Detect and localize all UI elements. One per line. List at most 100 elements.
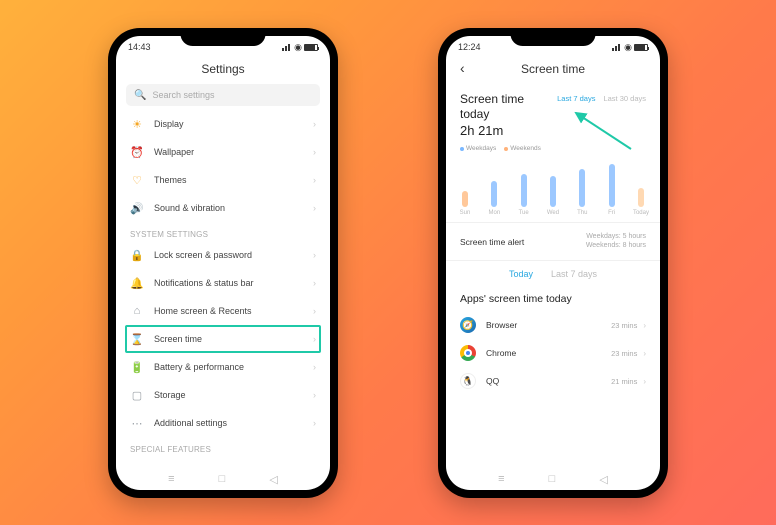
alert-line1: Weekdays: 5 hours (586, 233, 646, 241)
chart-bar-mon: Mon (489, 181, 499, 217)
row-label: Display (154, 119, 184, 129)
row-icon: 🔋 (130, 360, 144, 374)
battery-icon (634, 44, 648, 51)
row-icon: ⋯ (130, 416, 144, 430)
tab-last7[interactable]: Last 7 days (551, 269, 597, 279)
notch (181, 28, 266, 46)
page-title-text: Screen time (521, 62, 585, 76)
range-tab-7[interactable]: Last 7 days (557, 94, 595, 103)
chevron-right-icon: › (313, 278, 316, 288)
battery-icon (304, 44, 318, 51)
settings-row-battery-performance[interactable]: 🔋Battery & performance› (116, 353, 330, 381)
settings-row-sound-vibration[interactable]: 🔊Sound & vibration› (116, 194, 330, 222)
legend-weekdays: Weekdays (460, 145, 496, 152)
head-line1: Screen time (460, 92, 524, 107)
chevron-right-icon: › (313, 119, 316, 129)
row-icon: 🔔 (130, 276, 144, 290)
settings-row-wallpaper[interactable]: ⏰Wallpaper› (116, 138, 330, 166)
alert-line2: Weekends: 8 hours (586, 242, 646, 250)
row-label: Lock screen & password (154, 250, 252, 260)
chevron-right-icon: › (643, 321, 646, 330)
app-duration: 21 mins (611, 377, 637, 386)
settings-row-notifications-status-bar[interactable]: 🔔 Notifications & status bar › (116, 269, 330, 297)
chevron-right-icon: › (313, 203, 316, 213)
section-header-special: SPECIAL FEATURES (116, 437, 330, 456)
nav-back-icon[interactable]: ◁ (269, 473, 277, 486)
row-label: Additional settings (154, 418, 227, 428)
nav-back-icon[interactable]: ◁ (599, 473, 607, 486)
head-line2: today (460, 107, 524, 122)
chart-bar-sun: Sun (460, 191, 470, 217)
screen-time-header: Screen time today 2h 21m Last 7 days Las… (446, 84, 660, 139)
status-time: 12:24 (458, 42, 481, 52)
settings-row-screen-time[interactable]: ⌛Screen time› (116, 325, 330, 353)
settings-row-lock-screen-password[interactable]: 🔒 Lock screen & password › (116, 241, 330, 269)
chevron-right-icon: › (313, 175, 316, 185)
app-name: Browser (486, 320, 517, 330)
chevron-right-icon: › (643, 377, 646, 386)
row-label: Storage (154, 390, 186, 400)
chevron-right-icon: › (313, 250, 316, 260)
nav-recent-icon[interactable]: ≡ (498, 473, 504, 486)
tab-today[interactable]: Today (509, 269, 533, 279)
browser-icon: 🧭 (460, 317, 476, 333)
screen-screen-time: 12:24 ◉ ‹ Screen time Screen time today … (446, 36, 660, 490)
search-input[interactable]: 🔍 Search settings (126, 84, 320, 106)
app-row-chrome[interactable]: Chrome23 mins› (446, 339, 660, 367)
row-label: Screen time (154, 334, 202, 344)
alert-label: Screen time alert (460, 237, 524, 247)
screen-time-alert-row[interactable]: Screen time alert Weekdays: 5 hours Week… (446, 222, 660, 261)
chart-bar-thu: Thu (577, 169, 587, 216)
app-row-qq[interactable]: 🐧 QQ 21 mins › (446, 367, 660, 395)
settings-row-additional-settings[interactable]: ⋯ Additional settings › (116, 409, 330, 437)
system-nav[interactable]: ≡ □ ◁ (116, 473, 330, 486)
row-icon: ▢ (130, 388, 144, 402)
period-tabs[interactable]: Today Last 7 days (446, 261, 660, 287)
status-indicators: ◉ (282, 42, 318, 53)
row-icon: ⌂ (130, 304, 144, 318)
settings-row-home-screen-recents[interactable]: ⌂Home screen & Recents› (116, 297, 330, 325)
app-row-browser[interactable]: 🧭 Browser 23 mins › (446, 311, 660, 339)
row-label: Sound & vibration (154, 203, 225, 213)
status-time: 14:43 (128, 42, 151, 52)
nav-home-icon[interactable]: □ (549, 473, 556, 486)
chevron-right-icon: › (313, 362, 316, 372)
range-tabs[interactable]: Last 7 days Last 30 days (557, 94, 646, 103)
chrome-icon (460, 345, 476, 361)
section-header-system: SYSTEM SETTINGS (116, 222, 330, 241)
chevron-right-icon: › (313, 418, 316, 428)
phone-screen-time: 12:24 ◉ ‹ Screen time Screen time today … (438, 28, 668, 498)
row-label: Home screen & Recents (154, 306, 252, 316)
nav-recent-icon[interactable]: ≡ (168, 473, 174, 486)
row-icon: 🔒 (130, 248, 144, 262)
chart-bar-tue: Tue (519, 174, 529, 216)
system-nav[interactable]: ≡ □ ◁ (446, 473, 660, 486)
row-icon: ⌛ (130, 332, 144, 346)
screen-time-chart: SunMonTueWedThuFriToday (446, 154, 660, 216)
app-name: QQ (486, 376, 499, 386)
screen-settings: 14:43 ◉ Settings 🔍 Search settings ☀Disp… (116, 36, 330, 490)
range-tab-30[interactable]: Last 30 days (603, 94, 646, 103)
row-label: Notifications & status bar (154, 278, 254, 288)
chart-legend: Weekdays Weekends (446, 139, 660, 154)
notch (511, 28, 596, 46)
page-title: Settings (116, 58, 330, 84)
wifi-icon: ◉ (624, 42, 632, 53)
phone-settings: 14:43 ◉ Settings 🔍 Search settings ☀Disp… (108, 28, 338, 498)
app-duration: 23 mins (611, 349, 637, 358)
nav-home-icon[interactable]: □ (219, 473, 226, 486)
back-button[interactable]: ‹ (460, 60, 465, 76)
qq-icon: 🐧 (460, 373, 476, 389)
app-name: Chrome (486, 348, 516, 358)
app-duration: 23 mins (611, 321, 637, 330)
head-value: 2h 21m (460, 123, 524, 139)
settings-row-display[interactable]: ☀Display› (116, 110, 330, 138)
settings-row-storage[interactable]: ▢Storage› (116, 381, 330, 409)
chevron-right-icon: › (313, 147, 316, 157)
settings-row-themes[interactable]: ♡Themes› (116, 166, 330, 194)
chart-bar-today: Today (636, 188, 646, 217)
apps-title: Apps' screen time today (446, 287, 660, 311)
row-label: Wallpaper (154, 147, 194, 157)
search-icon: 🔍 (134, 90, 146, 101)
chart-bar-wed: Wed (548, 176, 558, 217)
